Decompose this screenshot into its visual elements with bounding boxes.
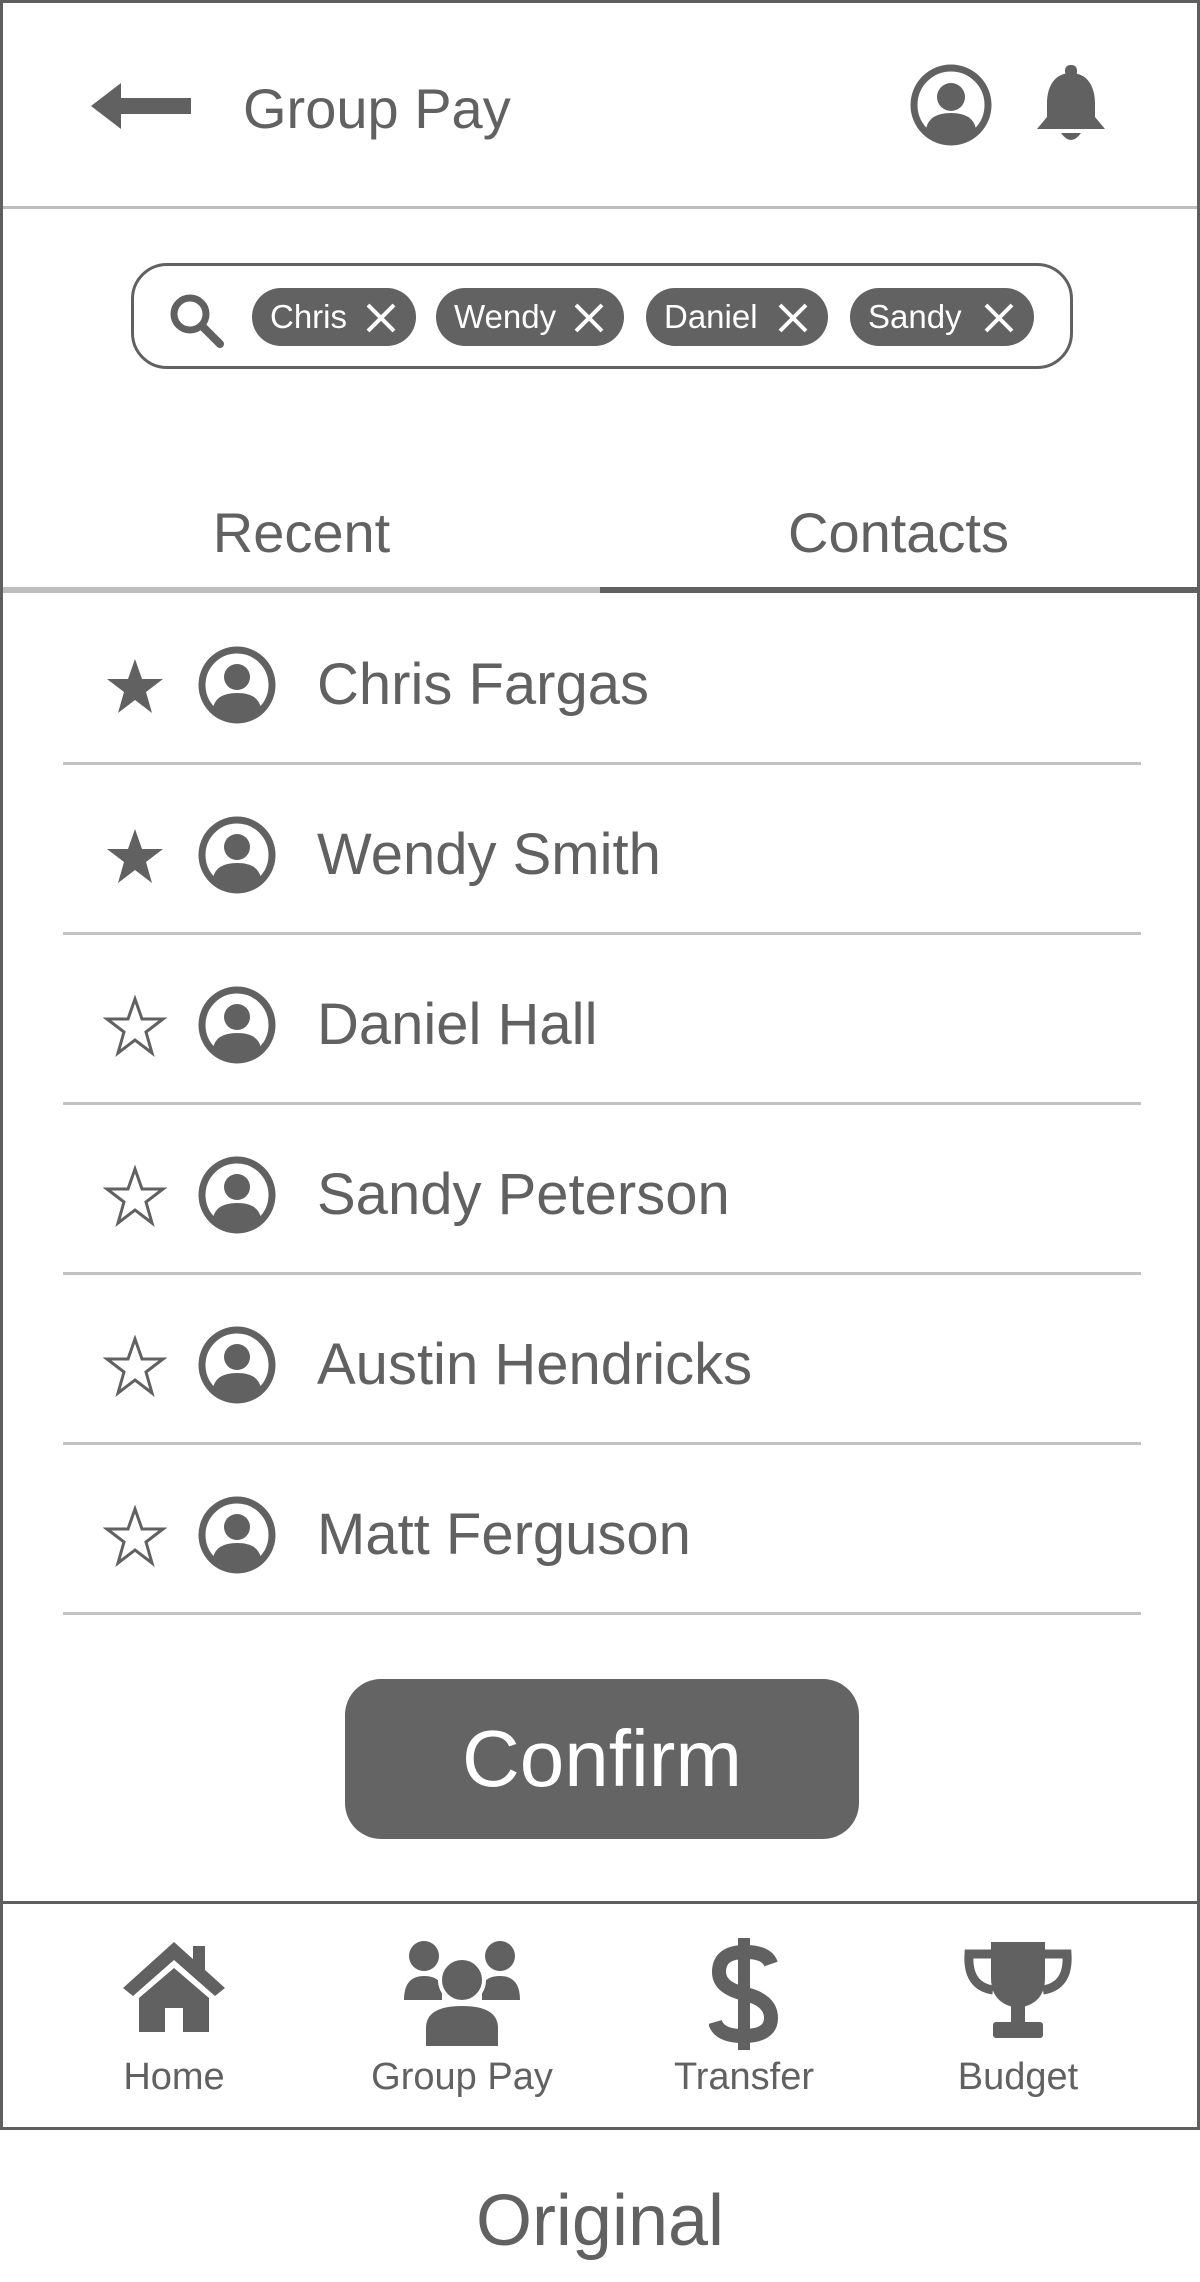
remove-chip-icon[interactable] [572,301,606,335]
nav-item-group-pay[interactable]: Group Pay [313,1904,611,2130]
contact-name: Daniel Hall [317,992,598,1057]
remove-chip-icon[interactable] [776,301,810,335]
contact-avatar-icon [198,646,276,724]
contact-avatar-icon [198,1326,276,1404]
nav-label: Budget [957,2056,1079,2098]
contact-row[interactable]: Wendy Smith [63,765,1141,935]
chip-label: Chris [270,298,348,335]
nav-label: Transfer [673,2056,815,2098]
header: Group Pay [3,3,1197,209]
contact-row[interactable]: Austin Hendricks [63,1275,1141,1445]
bell-icon[interactable] [1029,63,1113,147]
recipient-chip[interactable]: Wendy [436,288,624,346]
remove-chip-icon[interactable] [982,301,1016,335]
star-outline-icon[interactable] [103,995,167,1059]
recipient-search-field[interactable]: Chris Wendy Daniel Sandy [131,263,1073,369]
contact-avatar-icon [198,1156,276,1234]
star-outline-icon[interactable] [103,1505,167,1569]
tab-recent[interactable]: Recent [3,493,600,593]
group-icon [404,1941,520,2048]
star-outline-icon[interactable] [103,1335,167,1399]
contact-name: Austin Hendricks [317,1332,753,1397]
dollar-icon [709,1938,779,2050]
contact-avatar-icon [198,816,276,894]
nav-label: Group Pay [371,2056,553,2098]
contact-row[interactable]: Sandy Peterson [63,1105,1141,1275]
contact-list: Chris Fargas Wendy Smith Daniel Hall San… [63,595,1141,1615]
nav-label: Home [123,2056,225,2098]
caption: Original [475,2181,725,2261]
contact-row[interactable]: Matt Ferguson [63,1445,1141,1615]
bottom-nav: Home Group Pay Transfer Budget [3,1901,1197,2127]
recipient-chip[interactable]: Sandy [850,288,1034,346]
contact-name: Wendy Smith [317,822,661,887]
star-outline-icon[interactable] [103,1165,167,1229]
profile-avatar-icon[interactable] [909,63,993,147]
trophy-icon [964,1942,1072,2038]
contact-name: Chris Fargas [317,652,649,717]
contact-name: Sandy Peterson [317,1162,730,1227]
confirm-button[interactable]: Confirm [345,1679,859,1839]
contact-row[interactable]: Daniel Hall [63,935,1141,1105]
nav-item-transfer[interactable]: Transfer [595,1904,893,2130]
contact-avatar-icon [198,986,276,1064]
chip-label: Daniel [664,298,758,335]
contact-avatar-icon [198,1496,276,1574]
star-filled-icon[interactable] [103,655,167,719]
tab-contacts[interactable]: Contacts [600,493,1197,593]
app-frame: Group Pay Chris Wendy Daniel Sandy Recen… [0,0,1200,2130]
star-filled-icon[interactable] [103,825,167,889]
page-title: Group Pay [243,77,511,140]
recipient-chip[interactable]: Daniel [646,288,828,346]
chip-label: Sandy [868,298,962,335]
recipient-chip[interactable]: Chris [252,288,416,346]
chip-label: Wendy [454,298,557,335]
home-icon [123,1942,225,2032]
nav-item-budget[interactable]: Budget [869,1904,1167,2130]
back-arrow-icon[interactable] [91,81,191,131]
search-icon [170,294,224,348]
contact-row[interactable]: Chris Fargas [63,595,1141,765]
remove-chip-icon[interactable] [364,301,398,335]
nav-item-home[interactable]: Home [25,1904,323,2130]
contact-name: Matt Ferguson [317,1502,691,1567]
